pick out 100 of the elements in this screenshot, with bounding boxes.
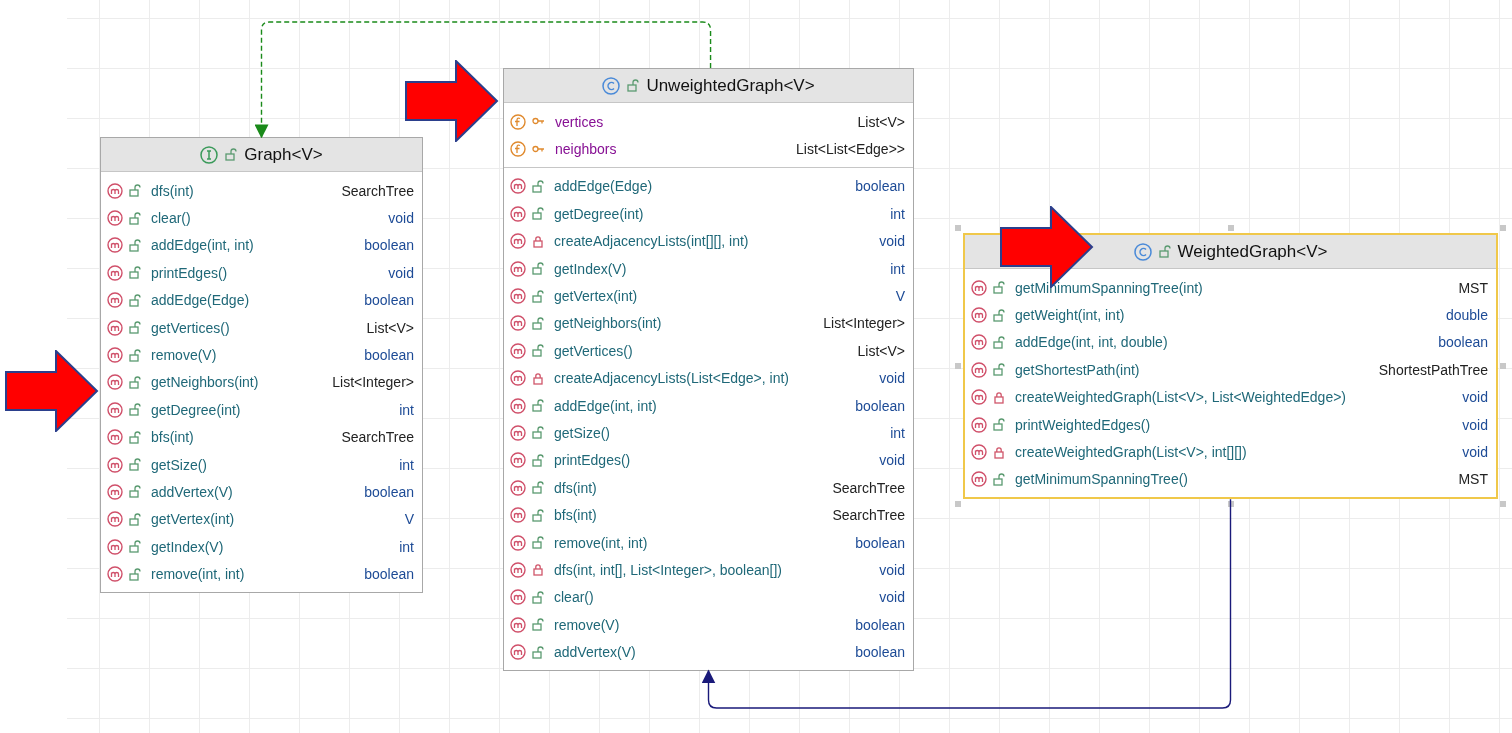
method-icon [510,425,526,441]
member-signature: addEdge(Edge) [151,292,251,309]
method-icon [107,264,123,281]
method-icon [971,307,987,324]
member-signature: addVertex(V) [554,644,637,661]
member-type: V [404,511,414,528]
member-type: void [1462,444,1488,461]
member-type: void [1462,416,1488,433]
member-signature: getSize() [151,456,209,473]
resize-handle[interactable] [955,225,961,231]
resize-handle[interactable] [955,501,961,508]
resize-handle[interactable] [1500,225,1506,231]
member-signature: addEdge(int, int) [151,237,255,254]
member-signature: dfs(int) [554,479,598,496]
member-type: List<V> [857,113,905,130]
member-type: void [879,233,905,250]
member-type: boolean [855,178,905,195]
member-type: MST [1458,471,1488,488]
resize-handle[interactable] [1227,225,1234,231]
member-type: int [890,425,905,441]
member-signature: neighbors [555,141,618,158]
method-icon [510,507,526,524]
member-type: int [399,538,414,555]
method-icon [971,471,987,488]
method-icon [107,484,123,500]
method-icon [971,361,987,378]
method-icon [971,389,987,406]
member-type: boolean [364,484,414,500]
method-icon [510,260,526,277]
member-type: SearchTree [341,429,414,446]
member-signature: addVertex(V) [151,484,234,500]
member-signature: getMinimumSpanningTree(int) [1015,279,1204,296]
member-signature: getIndex(V) [554,260,628,277]
member-type: List<List<Edge>> [796,141,905,158]
public-lock-icon [225,148,238,161]
resize-handle[interactable] [1500,501,1506,508]
member-signature: getWeight(int, int) [1015,307,1126,324]
member-signature: getSize() [554,425,612,441]
member-type: void [388,210,414,227]
method-icon [107,237,123,254]
member-type: boolean [855,534,905,551]
method-icon [107,511,123,528]
method-icon [510,315,526,332]
method-icon [107,456,123,473]
member-signature: addEdge(int, int, double) [1015,334,1169,351]
member-signature: vertices [555,113,605,130]
method-icon [107,374,123,391]
class-box[interactable] [100,137,423,593]
member-type: SearchTree [832,479,905,496]
member-type: SearchTree [341,182,414,199]
method-icon [107,210,123,227]
method-icon [510,561,526,578]
class-box[interactable] [963,233,1498,500]
member-type: SearchTree [832,507,905,524]
member-type: int [890,260,905,277]
member-type: boolean [364,566,414,583]
member-signature: getVertex(int) [151,511,236,528]
resize-handle[interactable] [955,363,961,370]
resize-handle[interactable] [1500,363,1506,370]
method-icon [510,178,526,195]
member-signature: clear() [554,589,595,606]
class-box[interactable] [503,68,914,671]
method-icon [510,479,526,496]
method-icon [510,233,526,250]
method-icon [510,644,526,661]
member-signature: getMinimumSpanningTree() [1015,471,1189,488]
member-signature: getVertices() [554,342,634,359]
method-icon [510,397,526,414]
member-type: void [879,589,905,606]
member-signature: getDegree(int) [554,205,645,222]
method-icon [107,538,123,555]
method-icon [510,288,526,305]
field-icon [510,141,526,158]
member-type: ShortestPathTree [1378,361,1488,378]
class-name: UnweightedGraph<V> [646,75,815,96]
member-type: void [879,370,905,387]
member-signature: getDegree(int) [151,401,242,418]
member-type: void [879,561,905,578]
method-icon [107,182,123,199]
method-icon [971,334,987,351]
method-icon [107,566,123,583]
member-signature: remove(int, int) [554,534,649,551]
member-signature: getNeighbors(int) [151,374,260,391]
class-name: WeightedGraph<V> [1177,241,1328,262]
member-type: int [399,456,414,473]
resize-handle[interactable] [1227,501,1234,508]
member-signature: printEdges() [151,264,229,281]
member-signature: createAdjacencyLists(int[][], int) [554,233,750,250]
method-icon [510,370,526,387]
method-icon [971,279,987,296]
member-type: double [1445,307,1488,324]
member-type: List<V> [366,319,414,336]
member-signature: addEdge(Edge) [554,178,654,195]
member-type: V [895,288,905,305]
method-icon [971,444,987,461]
member-type: List<V> [857,342,905,359]
public-lock-icon [627,79,640,92]
member-type: List<Integer> [332,374,414,391]
class-icon [602,76,621,95]
method-icon [510,452,526,469]
